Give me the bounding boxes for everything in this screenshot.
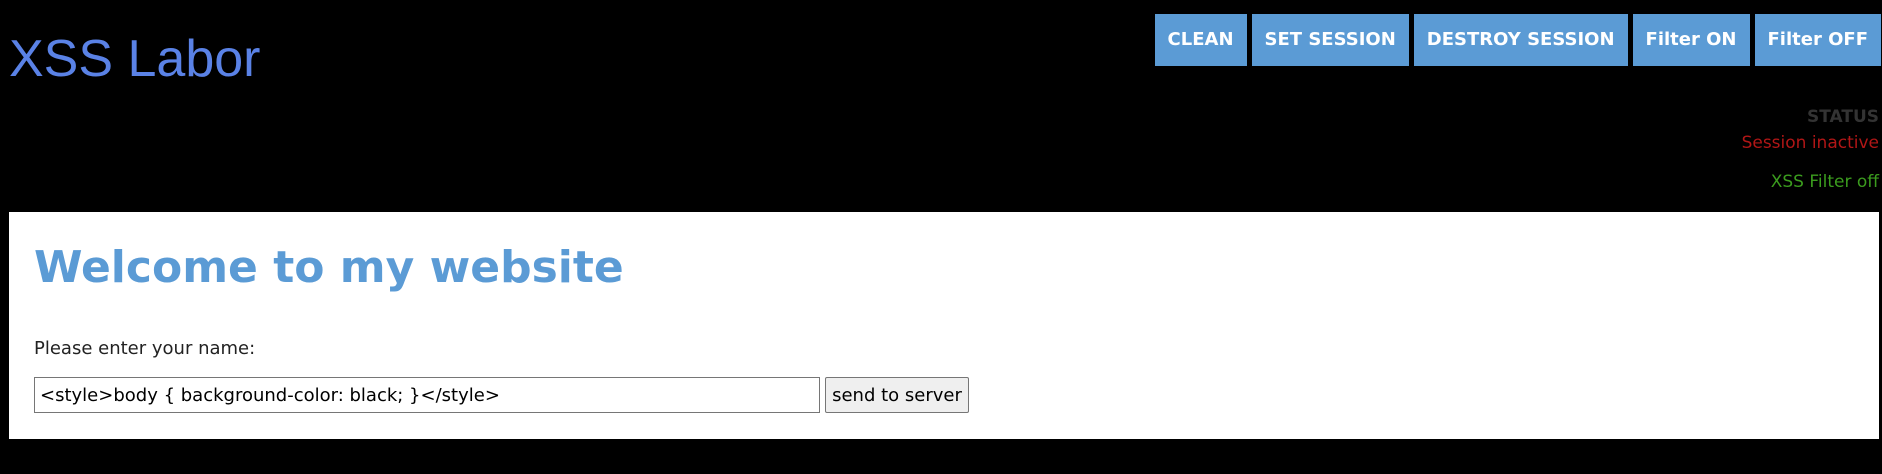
toolbar: CLEAN SET SESSION DESTROY SESSION Filter…: [1154, 14, 1881, 66]
filter-on-button[interactable]: Filter ON: [1632, 14, 1750, 66]
name-label: Please enter your name:: [34, 338, 256, 359]
filter-status: XSS Filter off: [1770, 172, 1879, 192]
status-panel: STATUS Session inactive XSS Filter off: [1742, 104, 1879, 195]
clean-button[interactable]: CLEAN: [1154, 14, 1247, 66]
session-status: Session inactive: [1741, 133, 1879, 153]
set-session-button[interactable]: SET SESSION: [1251, 14, 1409, 66]
name-input[interactable]: [34, 377, 820, 413]
filter-off-button[interactable]: Filter OFF: [1754, 14, 1881, 66]
page: { "header": { "title": "XSS Labor" }, "t…: [0, 0, 1882, 474]
status-heading: STATUS: [1806, 107, 1879, 127]
page-title: Welcome to my website: [34, 242, 624, 293]
destroy-session-button[interactable]: DESTROY SESSION: [1413, 14, 1628, 66]
site-title: XSS Labor: [9, 30, 261, 88]
send-to-server-button[interactable]: send to server: [825, 377, 969, 413]
content-card: Welcome to my website Please enter your …: [9, 212, 1879, 439]
